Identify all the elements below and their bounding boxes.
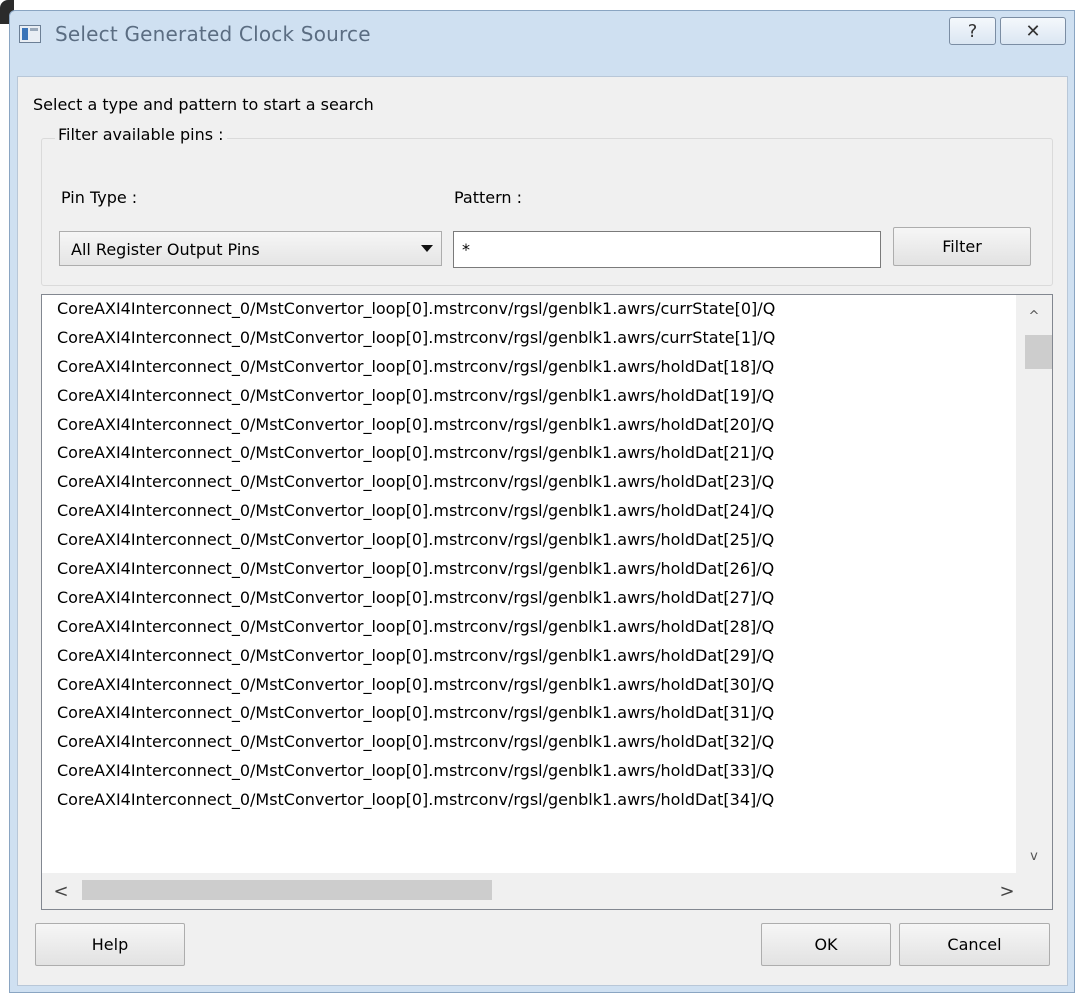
list-item[interactable]: CoreAXI4Interconnect_0/MstConvertor_loop… bbox=[42, 671, 1015, 700]
list-item[interactable]: CoreAXI4Interconnect_0/MstConvertor_loop… bbox=[42, 411, 1015, 440]
filter-group-title: Filter available pins : bbox=[55, 125, 227, 144]
title-close-button[interactable]: ✕ bbox=[1000, 17, 1066, 45]
pin-list[interactable]: CoreAXI4Interconnect_0/MstConvertor_loop… bbox=[41, 294, 1053, 910]
vertical-scrollbar[interactable]: ^ v bbox=[1016, 295, 1052, 873]
pin-type-label: Pin Type : bbox=[61, 188, 138, 207]
pattern-label: Pattern : bbox=[454, 188, 523, 207]
cancel-button[interactable]: Cancel bbox=[899, 923, 1050, 966]
scroll-right-icon[interactable]: > bbox=[992, 873, 1022, 909]
vertical-scroll-thumb[interactable] bbox=[1025, 335, 1052, 369]
list-item[interactable]: CoreAXI4Interconnect_0/MstConvertor_loop… bbox=[42, 699, 1015, 728]
horizontal-scroll-thumb[interactable] bbox=[82, 880, 492, 900]
list-item[interactable]: CoreAXI4Interconnect_0/MstConvertor_loop… bbox=[42, 324, 1015, 353]
pattern-input[interactable] bbox=[453, 231, 881, 268]
chevron-down-icon bbox=[421, 245, 433, 252]
window-title: Select Generated Clock Source bbox=[55, 22, 371, 46]
pin-list-rows: CoreAXI4Interconnect_0/MstConvertor_loop… bbox=[42, 295, 1015, 873]
scroll-up-icon[interactable]: ^ bbox=[1016, 301, 1052, 331]
list-item[interactable]: CoreAXI4Interconnect_0/MstConvertor_loop… bbox=[42, 555, 1015, 584]
filter-button[interactable]: Filter bbox=[893, 227, 1031, 266]
help-button[interactable]: Help bbox=[35, 923, 185, 966]
instruction-text: Select a type and pattern to start a sea… bbox=[33, 95, 374, 114]
list-item[interactable]: CoreAXI4Interconnect_0/MstConvertor_loop… bbox=[42, 526, 1015, 555]
list-item[interactable]: CoreAXI4Interconnect_0/MstConvertor_loop… bbox=[42, 353, 1015, 382]
ok-button[interactable]: OK bbox=[761, 923, 891, 966]
help-icon: ? bbox=[967, 20, 978, 42]
list-item[interactable]: CoreAXI4Interconnect_0/MstConvertor_loop… bbox=[42, 728, 1015, 757]
pin-type-dropdown[interactable]: All Register Output Pins bbox=[59, 231, 442, 266]
pin-type-selected-value: All Register Output Pins bbox=[71, 240, 260, 259]
list-item[interactable]: CoreAXI4Interconnect_0/MstConvertor_loop… bbox=[42, 439, 1015, 468]
scrollbar-corner bbox=[1022, 873, 1052, 909]
list-item[interactable]: CoreAXI4Interconnect_0/MstConvertor_loop… bbox=[42, 295, 1015, 324]
list-item[interactable]: CoreAXI4Interconnect_0/MstConvertor_loop… bbox=[42, 613, 1015, 642]
title-help-button[interactable]: ? bbox=[949, 17, 996, 45]
list-item[interactable]: CoreAXI4Interconnect_0/MstConvertor_loop… bbox=[42, 786, 1015, 815]
close-icon: ✕ bbox=[1025, 20, 1041, 42]
app-window-icon bbox=[19, 25, 41, 43]
list-item[interactable]: CoreAXI4Interconnect_0/MstConvertor_loop… bbox=[42, 757, 1015, 786]
list-item[interactable]: CoreAXI4Interconnect_0/MstConvertor_loop… bbox=[42, 642, 1015, 671]
scroll-down-icon[interactable]: v bbox=[1016, 841, 1052, 871]
list-item[interactable]: CoreAXI4Interconnect_0/MstConvertor_loop… bbox=[42, 584, 1015, 613]
list-item[interactable]: CoreAXI4Interconnect_0/MstConvertor_loop… bbox=[42, 497, 1015, 526]
list-item[interactable]: CoreAXI4Interconnect_0/MstConvertor_loop… bbox=[42, 468, 1015, 497]
list-item[interactable]: CoreAXI4Interconnect_0/MstConvertor_loop… bbox=[42, 382, 1015, 411]
scroll-left-icon[interactable]: < bbox=[46, 873, 76, 909]
horizontal-scrollbar[interactable]: < > bbox=[42, 873, 1052, 909]
